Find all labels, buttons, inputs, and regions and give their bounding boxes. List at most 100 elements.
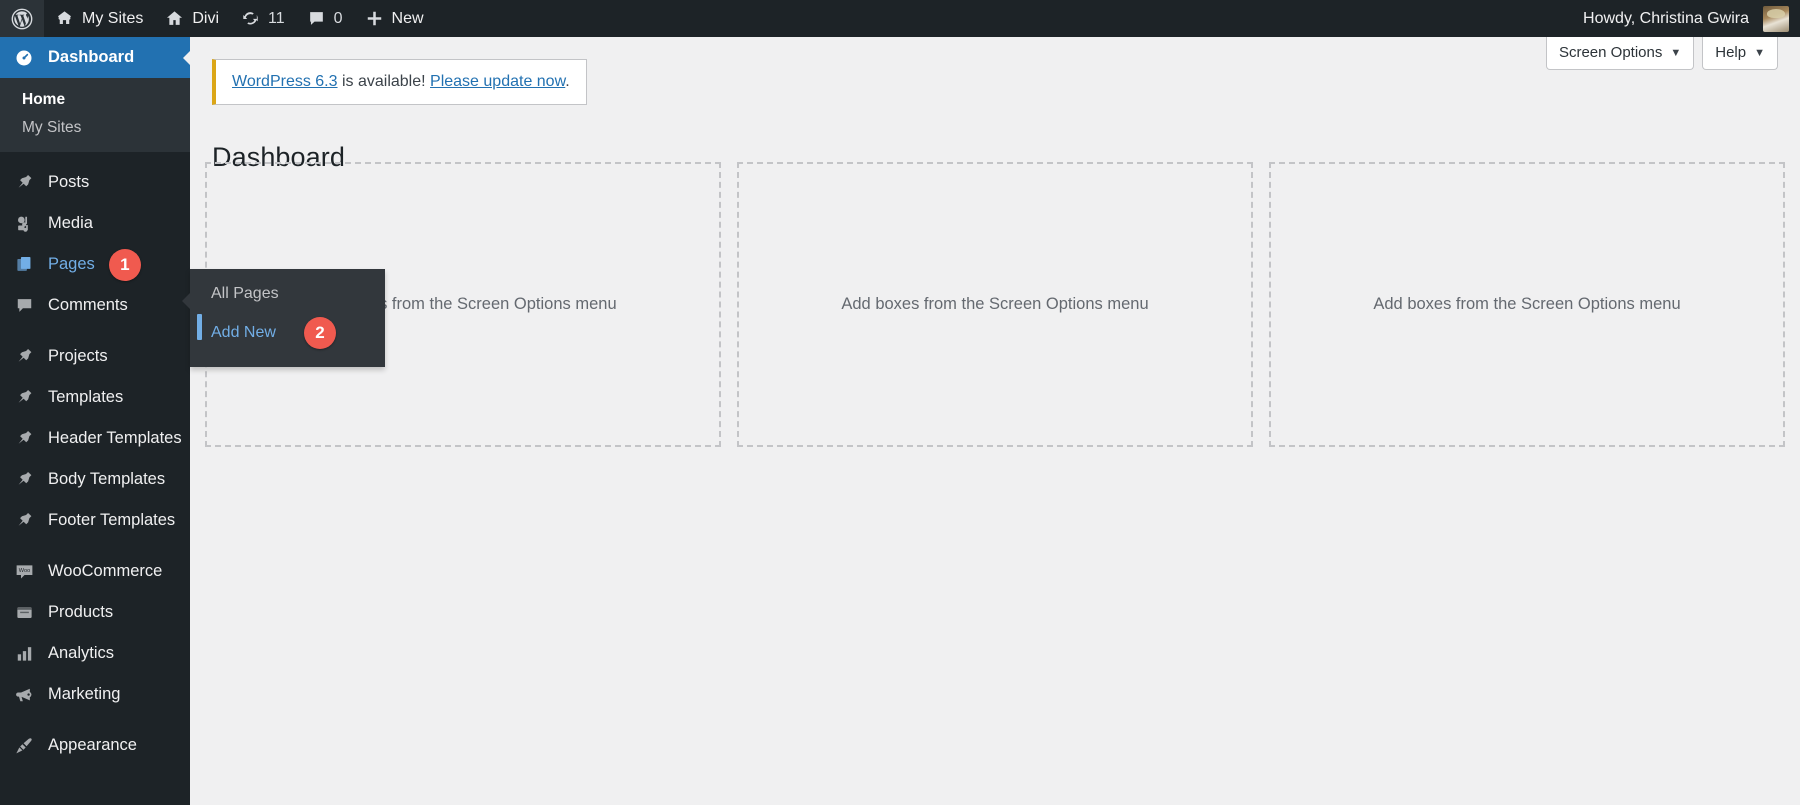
sidebar-item-label: Footer Templates bbox=[48, 511, 176, 529]
chart-bar-icon bbox=[12, 642, 36, 666]
sidebar-item-label: Products bbox=[48, 603, 114, 621]
woocommerce-icon: Woo bbox=[12, 560, 36, 584]
wp-logo-button[interactable] bbox=[0, 0, 44, 37]
admin-bar-label: New bbox=[391, 9, 424, 27]
help-label: Help bbox=[1715, 44, 1747, 61]
help-button[interactable]: Help ▼ bbox=[1702, 37, 1778, 70]
sidebar-item-header-templates[interactable]: Header Templates bbox=[0, 418, 190, 459]
admin-bar-item-divi[interactable]: Divi bbox=[154, 0, 230, 37]
admin-bar-label: My Sites bbox=[82, 9, 144, 27]
menu-separator bbox=[0, 326, 190, 336]
comment-icon bbox=[12, 294, 36, 318]
sidebar-item-pages[interactable]: Pages 1 bbox=[0, 244, 190, 285]
step-badge-2: 2 bbox=[303, 317, 336, 349]
admin-bar-label: Divi bbox=[192, 9, 220, 27]
sidebar-item-label: Header Templates bbox=[48, 429, 182, 447]
sidebar-item-products[interactable]: Products bbox=[0, 592, 190, 633]
sidebar-item-label: Dashboard bbox=[48, 48, 135, 66]
pin-icon bbox=[12, 345, 36, 369]
empty-widget-placeholder[interactable]: Add boxes from the Screen Options menu bbox=[737, 162, 1253, 447]
sidebar-item-posts[interactable]: Posts bbox=[0, 162, 190, 203]
screen-options-button[interactable]: Screen Options ▼ bbox=[1545, 37, 1695, 70]
sidebar-item-body-templates[interactable]: Body Templates bbox=[0, 459, 190, 500]
updates-icon bbox=[243, 12, 258, 25]
step-badge-1: 1 bbox=[108, 248, 141, 281]
sidebar-item-projects[interactable]: Projects bbox=[0, 336, 190, 377]
screen-meta-links: Screen Options ▼ Help ▼ bbox=[1545, 37, 1778, 70]
admin-bar-item-new[interactable]: New bbox=[354, 0, 435, 37]
multisite-icon bbox=[58, 11, 71, 25]
pin-icon bbox=[12, 468, 36, 492]
sidebar-item-comments[interactable]: Comments bbox=[0, 285, 190, 326]
empty-widget-placeholder[interactable]: Add boxes from the Screen Options menu bbox=[1269, 162, 1785, 447]
sidebar-item-label: Analytics bbox=[48, 644, 115, 662]
admin-bar-item-updates[interactable]: 11 bbox=[230, 0, 296, 37]
flyout-item-label: All Pages bbox=[211, 285, 279, 302]
flyout-item-add-new[interactable]: Add New 2 bbox=[190, 310, 385, 356]
dashboard-column-2: Add boxes from the Screen Options menu bbox=[729, 162, 1261, 447]
paintbrush-icon bbox=[12, 734, 36, 758]
sidebar-item-marketing[interactable]: Marketing bbox=[0, 674, 190, 715]
notice-middle-text: is available! bbox=[337, 73, 431, 90]
sidebar-item-templates[interactable]: Templates bbox=[0, 377, 190, 418]
notice-period: . bbox=[565, 73, 570, 90]
sidebar-item-label: Projects bbox=[48, 347, 108, 365]
dashboard-icon bbox=[12, 46, 36, 70]
chevron-down-icon: ▼ bbox=[1754, 46, 1765, 59]
howdy-greeting: Howdy, Christina Gwira bbox=[1583, 9, 1749, 27]
admin-bar-item-comments[interactable]: 0 bbox=[296, 0, 354, 37]
media-icon bbox=[12, 212, 36, 236]
update-notice: WordPress 6.3 is available! Please updat… bbox=[212, 59, 587, 105]
dashboard-submenu: Home My Sites bbox=[0, 78, 190, 152]
sidebar-item-label: Templates bbox=[48, 388, 124, 406]
dashboard-widget-columns: Add boxes from the Screen Options menu A… bbox=[197, 162, 1793, 447]
updates-count: 11 bbox=[268, 9, 285, 27]
pages-flyout-submenu: All Pages Add New 2 bbox=[182, 269, 385, 367]
main-content: Screen Options ▼ Help ▼ WordPress 6.3 is… bbox=[190, 37, 1800, 805]
sidebar-item-label: Media bbox=[48, 214, 93, 232]
chevron-down-icon: ▼ bbox=[1670, 46, 1682, 59]
sidebar-item-dashboard[interactable]: Dashboard bbox=[0, 37, 191, 78]
sidebar-item-label: Appearance bbox=[48, 736, 137, 754]
sidebar-item-label: Pages bbox=[48, 255, 95, 273]
admin-bar: My Sites Divi 11 0 New Howdy, Christina … bbox=[0, 0, 1800, 37]
pin-icon bbox=[12, 427, 36, 451]
admin-sidebar-menu: Dashboard Home My Sites Posts Media Page… bbox=[0, 37, 191, 805]
sidebar-item-label: WooCommerce bbox=[48, 562, 163, 580]
flyout-item-label: Add New bbox=[211, 324, 276, 341]
pin-icon bbox=[12, 509, 36, 533]
pin-icon bbox=[12, 171, 36, 195]
pages-icon bbox=[12, 253, 36, 277]
home-icon bbox=[167, 11, 183, 25]
wordpress-logo-icon bbox=[11, 8, 33, 29]
svg-text:Woo: Woo bbox=[18, 568, 29, 574]
sidebar-item-label: Marketing bbox=[48, 685, 121, 703]
admin-bar-item-my-sites[interactable]: My Sites bbox=[44, 0, 154, 37]
sidebar-item-woocommerce[interactable]: Woo WooCommerce bbox=[0, 551, 190, 592]
screen-options-label: Screen Options bbox=[1558, 44, 1663, 61]
sidebar-item-media[interactable]: Media bbox=[0, 203, 190, 244]
please-update-now-link[interactable]: Please update now bbox=[430, 73, 565, 90]
sidebar-item-analytics[interactable]: Analytics bbox=[0, 633, 190, 674]
admin-bar-my-account[interactable]: Howdy, Christina Gwira bbox=[1572, 0, 1800, 37]
comments-count: 0 bbox=[333, 9, 343, 27]
megaphone-icon bbox=[12, 683, 36, 707]
submenu-item-my-sites[interactable]: My Sites bbox=[0, 114, 190, 142]
sidebar-item-label: Body Templates bbox=[48, 470, 166, 488]
avatar bbox=[1763, 5, 1789, 32]
sidebar-item-label: Comments bbox=[48, 296, 128, 314]
menu-separator bbox=[0, 541, 190, 551]
sidebar-item-appearance[interactable]: Appearance bbox=[0, 725, 190, 766]
comment-icon bbox=[309, 12, 323, 25]
products-icon bbox=[12, 601, 36, 625]
submenu-item-home[interactable]: Home bbox=[0, 86, 190, 114]
sidebar-item-label: Posts bbox=[48, 173, 90, 191]
plus-icon bbox=[367, 11, 381, 26]
pin-icon bbox=[12, 386, 36, 410]
menu-separator bbox=[0, 715, 190, 725]
dashboard-column-3: Add boxes from the Screen Options menu bbox=[1261, 162, 1793, 447]
menu-separator bbox=[0, 152, 190, 162]
sidebar-item-footer-templates[interactable]: Footer Templates bbox=[0, 500, 190, 541]
flyout-item-all-pages[interactable]: All Pages bbox=[190, 278, 385, 310]
wordpress-version-link[interactable]: WordPress 6.3 bbox=[232, 73, 338, 90]
